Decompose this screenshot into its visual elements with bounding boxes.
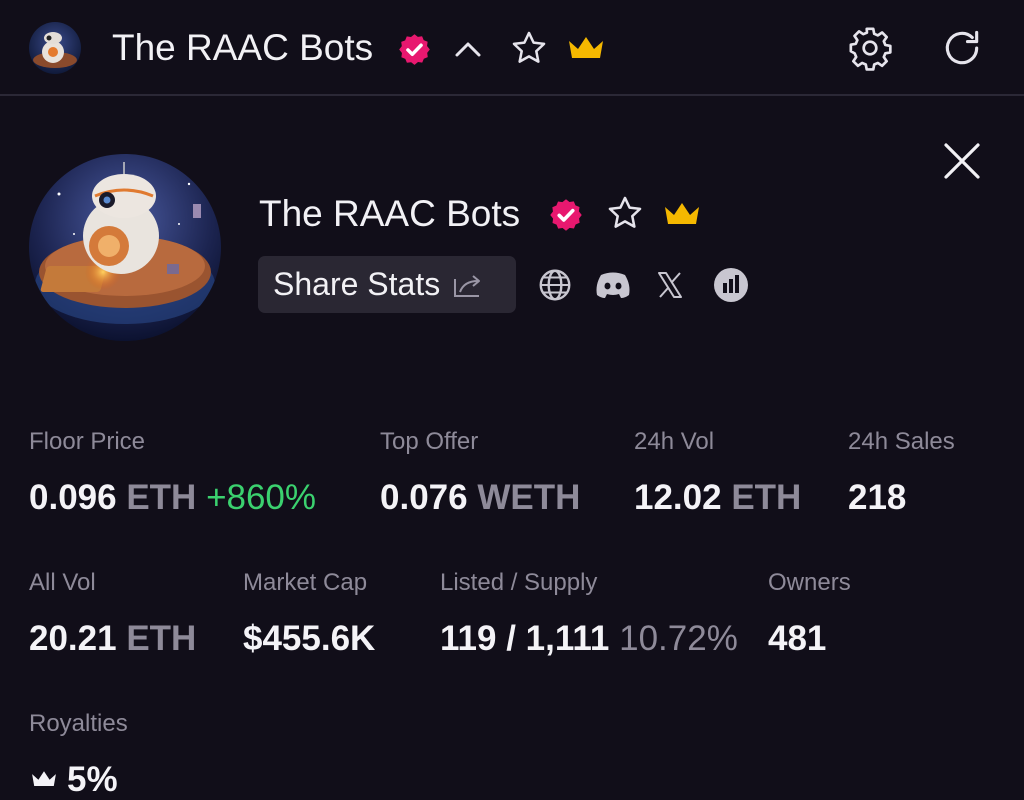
star-outline-icon[interactable] <box>509 29 549 67</box>
chevron-up-icon[interactable] <box>452 37 484 61</box>
share-stats-label: Share Stats <box>273 266 441 302</box>
robot-avatar-icon <box>29 154 221 341</box>
royalties-value: 5% <box>67 760 118 799</box>
collection-avatar-large <box>29 154 221 341</box>
listed-supply-value: 119 / 1,111 10.72% <box>440 619 738 659</box>
royalties-label: Royalties <box>29 710 128 737</box>
collection-title: The RAAC Bots <box>112 27 374 68</box>
listed-supply-amount: 119 / 1,111 <box>440 619 610 658</box>
top-offer-unit: WETH <box>477 478 581 517</box>
gear-icon[interactable] <box>847 25 893 71</box>
discord-icon[interactable] <box>594 270 632 300</box>
market-cap-label: Market Cap <box>243 569 368 596</box>
owners-label: Owners <box>768 569 851 596</box>
floor-price-unit: ETH <box>126 478 197 517</box>
vol-24h-amount: 12.02 <box>634 478 722 517</box>
top-offer-value: 0.076 WETH <box>380 478 580 518</box>
floor-price-change: +860% <box>206 478 317 517</box>
x-icon[interactable] <box>655 270 685 300</box>
listed-supply-percent: 10.72% <box>619 619 738 658</box>
all-vol-unit: ETH <box>126 619 197 658</box>
vol-24h-label: 24h Vol <box>634 428 715 455</box>
collection-stats-page: The RAAC Bots The RAAC Bots Share Stats … <box>0 0 1024 800</box>
market-cap-value: $455.6K <box>243 619 376 658</box>
crown-icon <box>665 203 699 224</box>
floor-price-label: Floor Price <box>29 428 146 455</box>
share-icon <box>454 274 481 297</box>
crown-icon <box>32 771 56 786</box>
refresh-icon[interactable] <box>940 26 984 70</box>
top-offer-amount: 0.076 <box>380 478 468 517</box>
owners-value: 481 <box>768 619 827 658</box>
verified-badge-icon <box>399 34 430 65</box>
share-stats-button[interactable]: Share Stats <box>258 256 516 313</box>
sales-24h-value: 218 <box>848 478 907 517</box>
all-vol-value: 20.21 ETH <box>29 619 196 659</box>
listed-supply-label: Listed / Supply <box>440 569 598 596</box>
close-icon[interactable] <box>941 140 983 182</box>
globe-icon[interactable] <box>537 267 573 303</box>
star-outline-icon[interactable] <box>605 194 645 232</box>
crown-icon <box>569 37 603 58</box>
chart-icon[interactable] <box>713 267 749 303</box>
top-offer-label: Top Offer <box>380 428 479 455</box>
collection-title-large: The RAAC Bots <box>259 193 521 234</box>
floor-price-amount: 0.096 <box>29 478 117 517</box>
top-bar: The RAAC Bots <box>0 0 1024 96</box>
robot-avatar-icon <box>29 22 81 74</box>
vol-24h-unit: ETH <box>731 478 802 517</box>
all-vol-label: All Vol <box>29 569 96 596</box>
verified-badge-icon <box>550 199 582 231</box>
all-vol-amount: 20.21 <box>29 619 117 658</box>
sales-24h-label: 24h Sales <box>848 428 955 455</box>
collection-avatar-small[interactable] <box>29 22 81 74</box>
floor-price-value: 0.096 ETH +860% <box>29 478 316 518</box>
vol-24h-value: 12.02 ETH <box>634 478 801 518</box>
